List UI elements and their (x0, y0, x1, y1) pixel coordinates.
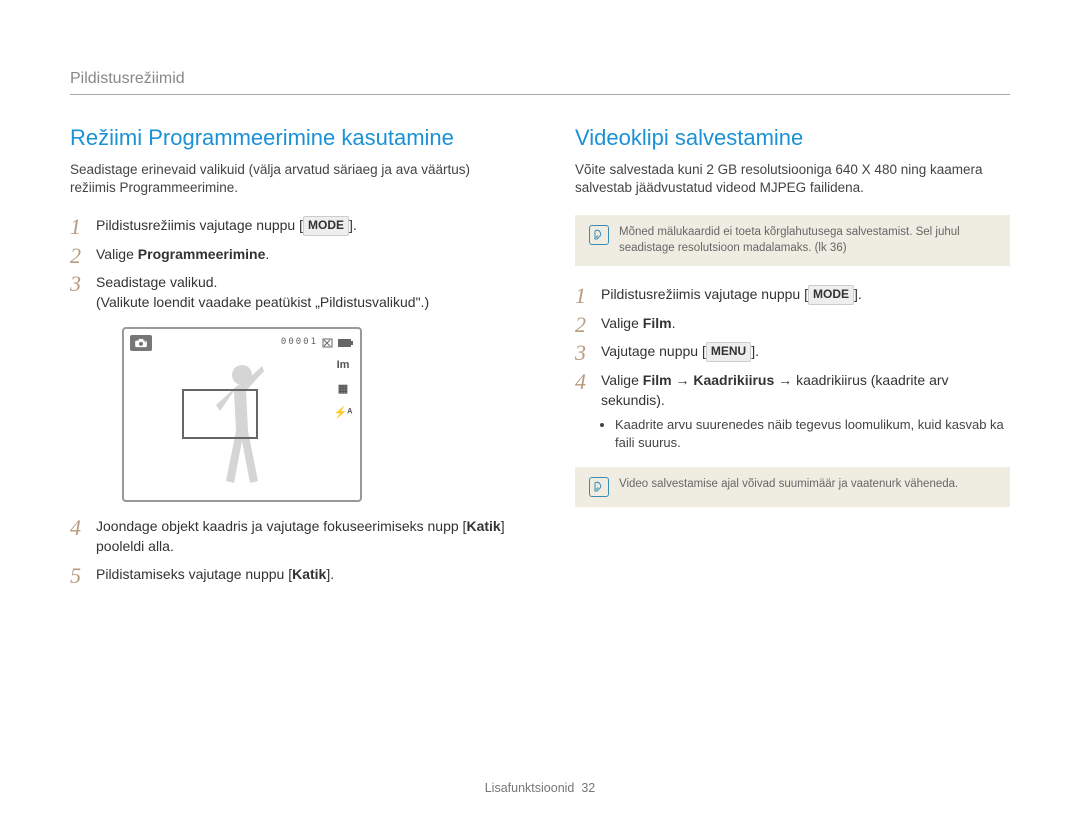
breadcrumb: Pildistusrežiimid (70, 70, 1010, 88)
left-step-3: Seadistage valikud. (Valikute loendit va… (70, 272, 505, 502)
left-step-1: Pildistusrežiimis vajutage nuppu [MODE]. (70, 215, 505, 235)
note-text-1: Mõned mälukaardid ei toeta kõrglahutuseg… (619, 225, 996, 256)
quality-icon: ▦ (334, 383, 352, 397)
right-steps: Pildistusrežiimis vajutage nuppu [MODE].… (575, 284, 1010, 452)
svg-text:P: P (145, 339, 148, 343)
left-intro: Seadistage erinevaid valikuid (välja arv… (70, 161, 505, 197)
resolution-icon: Im (334, 359, 352, 373)
right-intro: Võite salvestada kuni 2 GB resolutsiooni… (575, 161, 1010, 197)
right-section-title: Videoklipi salvestamine (575, 125, 1010, 151)
right-step-3: Vajutage nuppu [MENU]. (575, 341, 1010, 361)
right-step-2: Valige Film. (575, 313, 1010, 333)
lcd-preview: P 00001 Im ▦ ⚡ᴬ (122, 327, 362, 502)
battery-icon (338, 338, 354, 348)
flash-icon: ⚡ᴬ (334, 407, 352, 421)
lcd-counter: 00001 (281, 336, 318, 349)
right-step-4-sub: Kaadrite arvu suurenedes näib tegevus lo… (615, 416, 1010, 452)
camera-mode-icon: P (130, 335, 152, 351)
right-column: Videoklipi salvestamine Võite salvestada… (575, 125, 1010, 593)
left-step-4: Joondage objekt kaadris ja vajutage foku… (70, 516, 505, 557)
page-footer: Lisafunktsioonid 32 (0, 781, 1080, 795)
note-box-1: Mõned mälukaardid ei toeta kõrglahutuseg… (575, 215, 1010, 266)
note-box-2: Video salvestamise ajal võivad suumimäär… (575, 467, 1010, 507)
note-icon (589, 477, 609, 497)
right-step-4: Valige Film → Kaadrikiirus → kaadrikiiru… (575, 370, 1010, 453)
focus-frame (182, 389, 258, 439)
left-column: Režiimi Programmeerimine kasutamine Sead… (70, 125, 505, 593)
mode-button-label: MODE (808, 285, 854, 304)
right-step-1: Pildistusrežiimis vajutage nuppu [MODE]. (575, 284, 1010, 304)
menu-button-label: MENU (706, 342, 751, 361)
note-text-2: Video salvestamise ajal võivad suumimäär… (619, 477, 958, 497)
header-rule (70, 94, 1010, 95)
left-step-2: Valige Programmeerimine. (70, 244, 505, 264)
left-steps: Pildistusrežiimis vajutage nuppu [MODE].… (70, 215, 505, 584)
note-icon (589, 225, 609, 245)
left-step-5: Pildistamiseks vajutage nuppu [Katik]. (70, 564, 505, 584)
mode-button-label: MODE (303, 216, 349, 235)
sdcard-icon (322, 338, 334, 348)
left-section-title: Režiimi Programmeerimine kasutamine (70, 125, 505, 151)
